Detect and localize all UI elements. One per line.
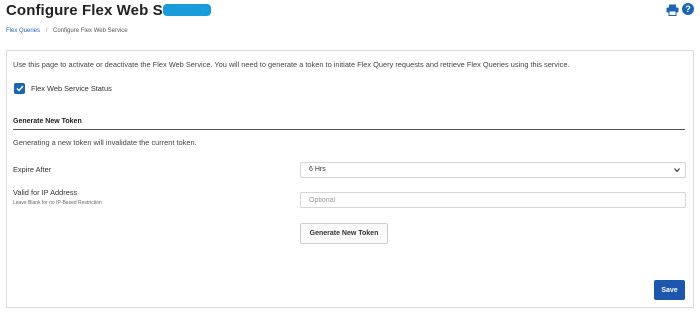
settings-panel: Use this page to activate or deactivate … (6, 50, 694, 308)
token-warning: Generating a new token will invalidate t… (13, 138, 197, 147)
breadcrumb-flex-queries[interactable]: Flex Queries (6, 28, 40, 34)
chevron-down-icon (674, 168, 680, 173)
save-button[interactable]: Save (654, 280, 685, 300)
generate-token-button[interactable]: Generate New Token (300, 223, 388, 244)
ip-label: Valid for IP Address (13, 188, 78, 197)
breadcrumb-current: Configure Flex Web Service (53, 28, 128, 34)
intro-text: Use this page to activate or deactivate … (13, 60, 570, 69)
ip-address-input[interactable] (300, 192, 686, 208)
page-header: Configure Flex Web Service ? (0, 0, 700, 22)
status-label: Flex Web Service Status (31, 84, 112, 93)
status-checkbox[interactable] (14, 83, 25, 94)
breadcrumb: Flex Queries / Configure Flex Web Servic… (6, 28, 128, 34)
checkmark-icon (16, 85, 24, 92)
section-title: Generate New Token (13, 118, 82, 125)
expire-selected-value: 6 Hrs (309, 166, 326, 173)
breadcrumb-separator: / (45, 28, 48, 34)
ip-hint: Leave Blank for no IP-Based Restriction (13, 200, 102, 206)
section-divider (13, 129, 685, 130)
help-icon[interactable]: ? (682, 3, 694, 15)
status-row: Flex Web Service Status (14, 83, 112, 94)
redacted-badge (163, 4, 211, 16)
printer-icon[interactable] (666, 4, 679, 16)
expire-select[interactable]: 6 Hrs (300, 162, 686, 178)
expire-label: Expire After (13, 165, 52, 174)
